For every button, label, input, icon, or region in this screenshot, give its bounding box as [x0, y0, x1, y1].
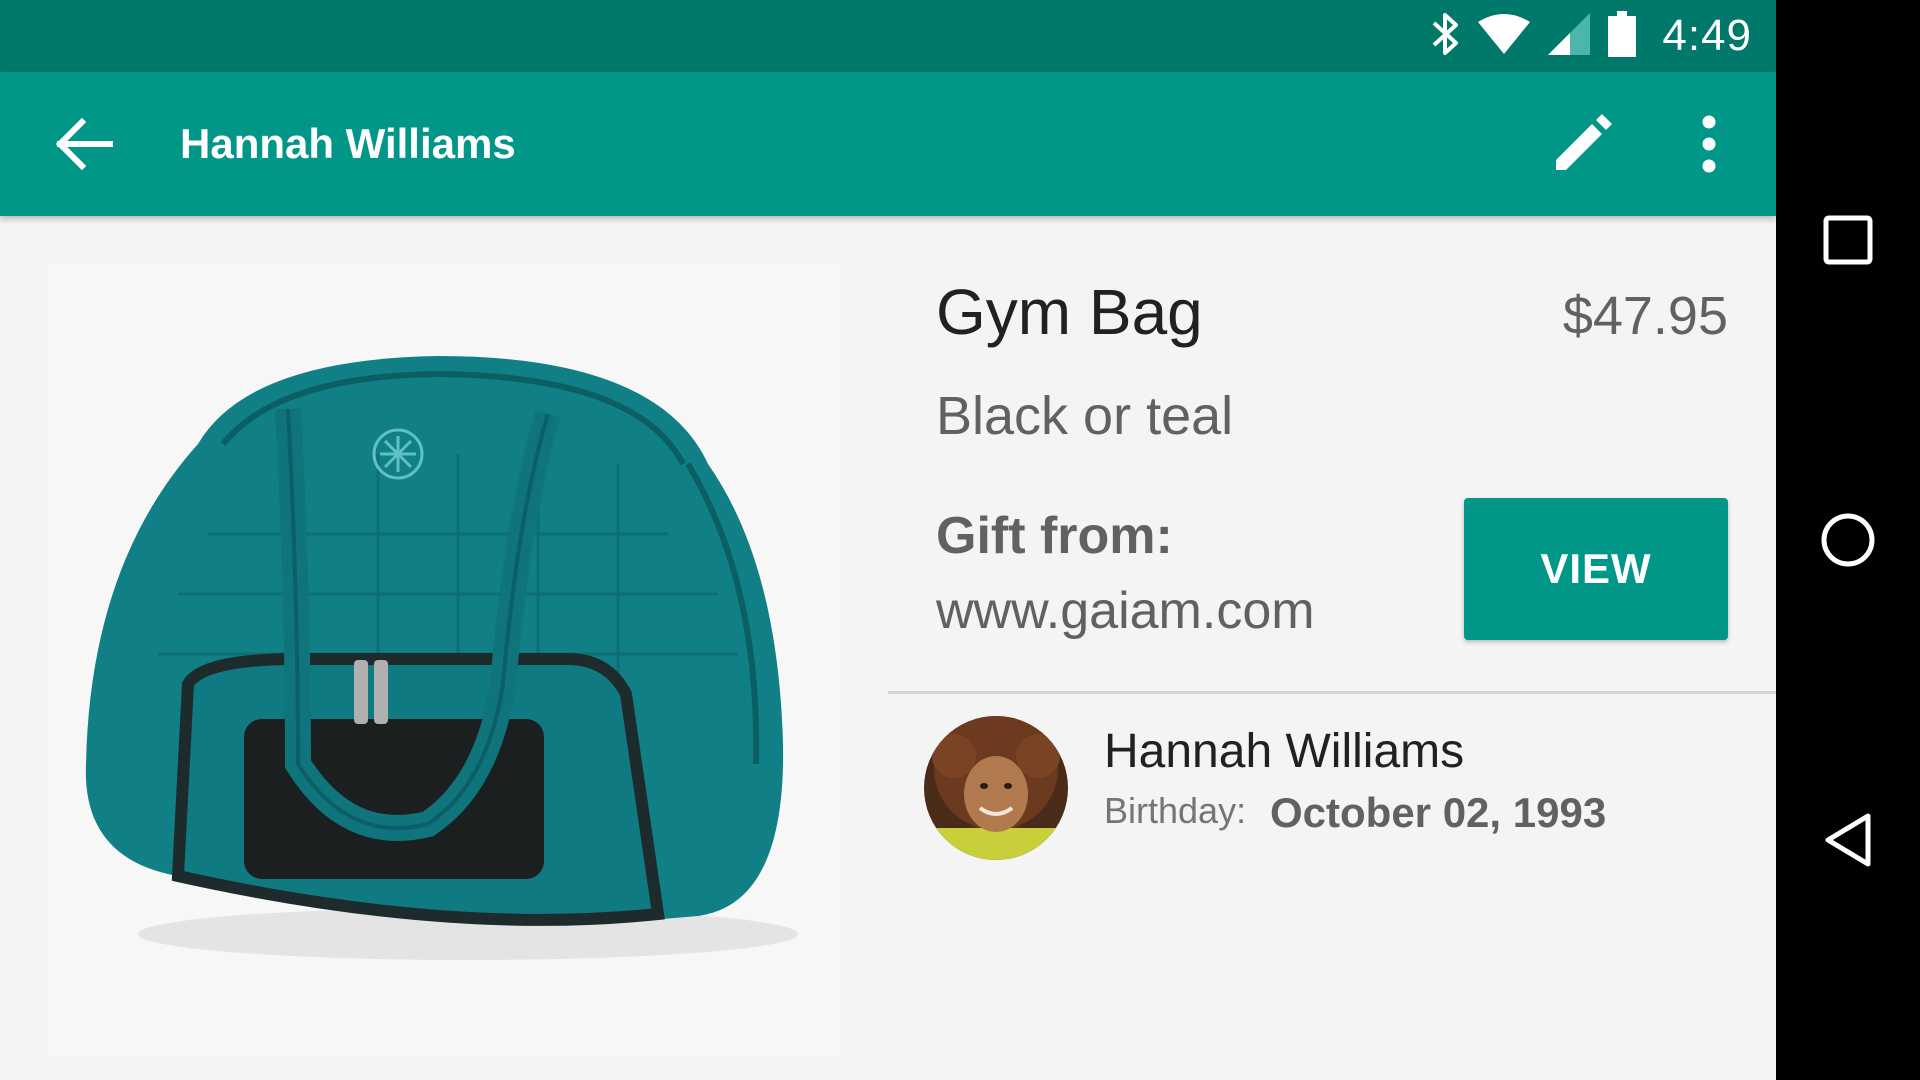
avatar [924, 716, 1068, 860]
product-image [48, 264, 840, 1056]
battery-icon [1608, 10, 1637, 62]
gift-from-label: Gift from: [936, 507, 1173, 565]
birthday-value: October 02, 1993 [1270, 789, 1607, 836]
back-triangle-icon[interactable] [1812, 804, 1884, 876]
person-name: Hannah Williams [1104, 725, 1465, 778]
edit-pencil-icon[interactable] [1552, 114, 1612, 174]
view-button[interactable]: VIEW [1464, 498, 1728, 640]
more-vert-icon[interactable] [1696, 114, 1722, 174]
wifi-icon [1478, 13, 1531, 59]
product-name: Gym Bag [936, 276, 1203, 348]
cell-signal-icon [1548, 12, 1591, 60]
bluetooth-icon [1430, 11, 1460, 62]
app-bar: Hannah Williams [0, 72, 1776, 216]
gift-source-link: www.gaiam.com [936, 582, 1315, 640]
clock-time: 4:49 [1662, 11, 1752, 60]
recents-square-icon[interactable] [1812, 204, 1884, 276]
system-nav-bar [1776, 0, 1920, 1080]
product-price: $47.95 [1562, 286, 1728, 346]
status-icons: 4:49 [1430, 0, 1752, 72]
back-arrow-icon[interactable] [52, 116, 118, 172]
home-circle-icon[interactable] [1812, 504, 1884, 576]
status-bar: 4:49 [0, 0, 1776, 72]
app-screen: 4:49 Hannah Williams Gym Bag $47.95 Blac… [0, 0, 1776, 1080]
divider [888, 691, 1776, 694]
product-variant: Black or teal [936, 386, 1234, 446]
birthday-label: Birthday: [1104, 790, 1247, 831]
page-title: Hannah Williams [180, 120, 516, 167]
